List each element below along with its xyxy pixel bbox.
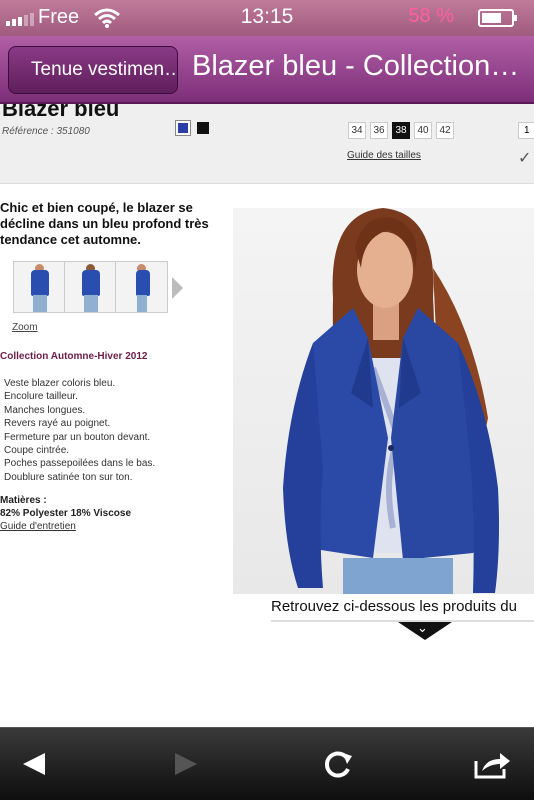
- size-option[interactable]: 40: [414, 122, 432, 139]
- status-bar: Free 13:15 58 %: [0, 0, 534, 36]
- color-swatch-blue[interactable]: [175, 120, 191, 136]
- divider: [271, 620, 534, 622]
- materials-value: 82% Polyester 18% Viscose: [0, 508, 132, 519]
- size-option[interactable]: 42: [436, 122, 454, 139]
- back-arrow-icon[interactable]: [14, 744, 54, 784]
- thumbnail-image[interactable]: [65, 262, 116, 312]
- feature-item: Doublure satinée ton sur ton.: [4, 471, 133, 483]
- forward-arrow-icon[interactable]: [166, 744, 206, 784]
- feature-item: Poches passepoilées dans le bas.: [4, 458, 156, 470]
- thumbnail-image[interactable]: [116, 262, 167, 312]
- product-reference: Référence : 351080: [2, 126, 90, 137]
- feature-list: Veste blazer coloris bleu. Encolure tail…: [4, 377, 155, 484]
- expand-related-button[interactable]: ⌄: [398, 622, 452, 640]
- quantity-field[interactable]: 1: [518, 122, 534, 139]
- checkmark-icon: ✓: [518, 150, 532, 167]
- battery-icon: [478, 9, 517, 27]
- thumbnail-gallery: [13, 261, 168, 313]
- related-products-heading: Retrouvez ci-dessous les produits du: [271, 598, 517, 615]
- color-swatch-black[interactable]: [197, 122, 209, 134]
- navigation-bar: Tenue vestimen… Blazer bleu - Collection…: [0, 36, 534, 104]
- product-name: Blazer bleu: [2, 104, 120, 121]
- product-description: Chic et bien coupé, le blazer se décline…: [0, 200, 209, 247]
- browser-toolbar: [0, 727, 534, 800]
- size-guide-link[interactable]: Guide des tailles: [347, 150, 421, 161]
- reload-icon[interactable]: [318, 744, 358, 784]
- share-icon[interactable]: [472, 744, 512, 784]
- chevron-down-icon: ⌄: [417, 620, 428, 635]
- thumbnail-next-arrow-icon[interactable]: [172, 277, 183, 299]
- zoom-link[interactable]: Zoom: [12, 322, 38, 333]
- page-title: Blazer bleu - Collection…: [192, 50, 520, 82]
- product-header: Blazer bleu Référence : 351080 34 36 38 …: [0, 104, 534, 184]
- back-button[interactable]: Tenue vestimen…: [8, 46, 178, 94]
- feature-item: Veste blazer coloris bleu.: [4, 378, 116, 389]
- battery-percentage: 58 %: [408, 5, 454, 27]
- collection-title: Collection Automne-Hiver 2012: [0, 351, 148, 362]
- feature-item: Coupe cintrée.: [4, 445, 70, 457]
- feature-item: Encolure tailleur.: [4, 391, 78, 403]
- feature-item: Fermeture par un bouton devant.: [4, 431, 151, 443]
- feature-item: Manches longues.: [4, 404, 86, 416]
- materials-label: Matières :: [0, 495, 47, 506]
- thumbnail-image[interactable]: [14, 262, 65, 312]
- size-option[interactable]: 36: [370, 122, 388, 139]
- size-option-selected[interactable]: 38: [392, 122, 410, 139]
- model-photo: [283, 208, 499, 594]
- size-selector: 34 36 38 40 42: [348, 122, 454, 139]
- feature-item: Revers rayé au poignet.: [4, 418, 111, 430]
- product-main-image[interactable]: [233, 208, 534, 594]
- size-option[interactable]: 34: [348, 122, 366, 139]
- care-guide-link[interactable]: Guide d'entretien: [0, 521, 76, 532]
